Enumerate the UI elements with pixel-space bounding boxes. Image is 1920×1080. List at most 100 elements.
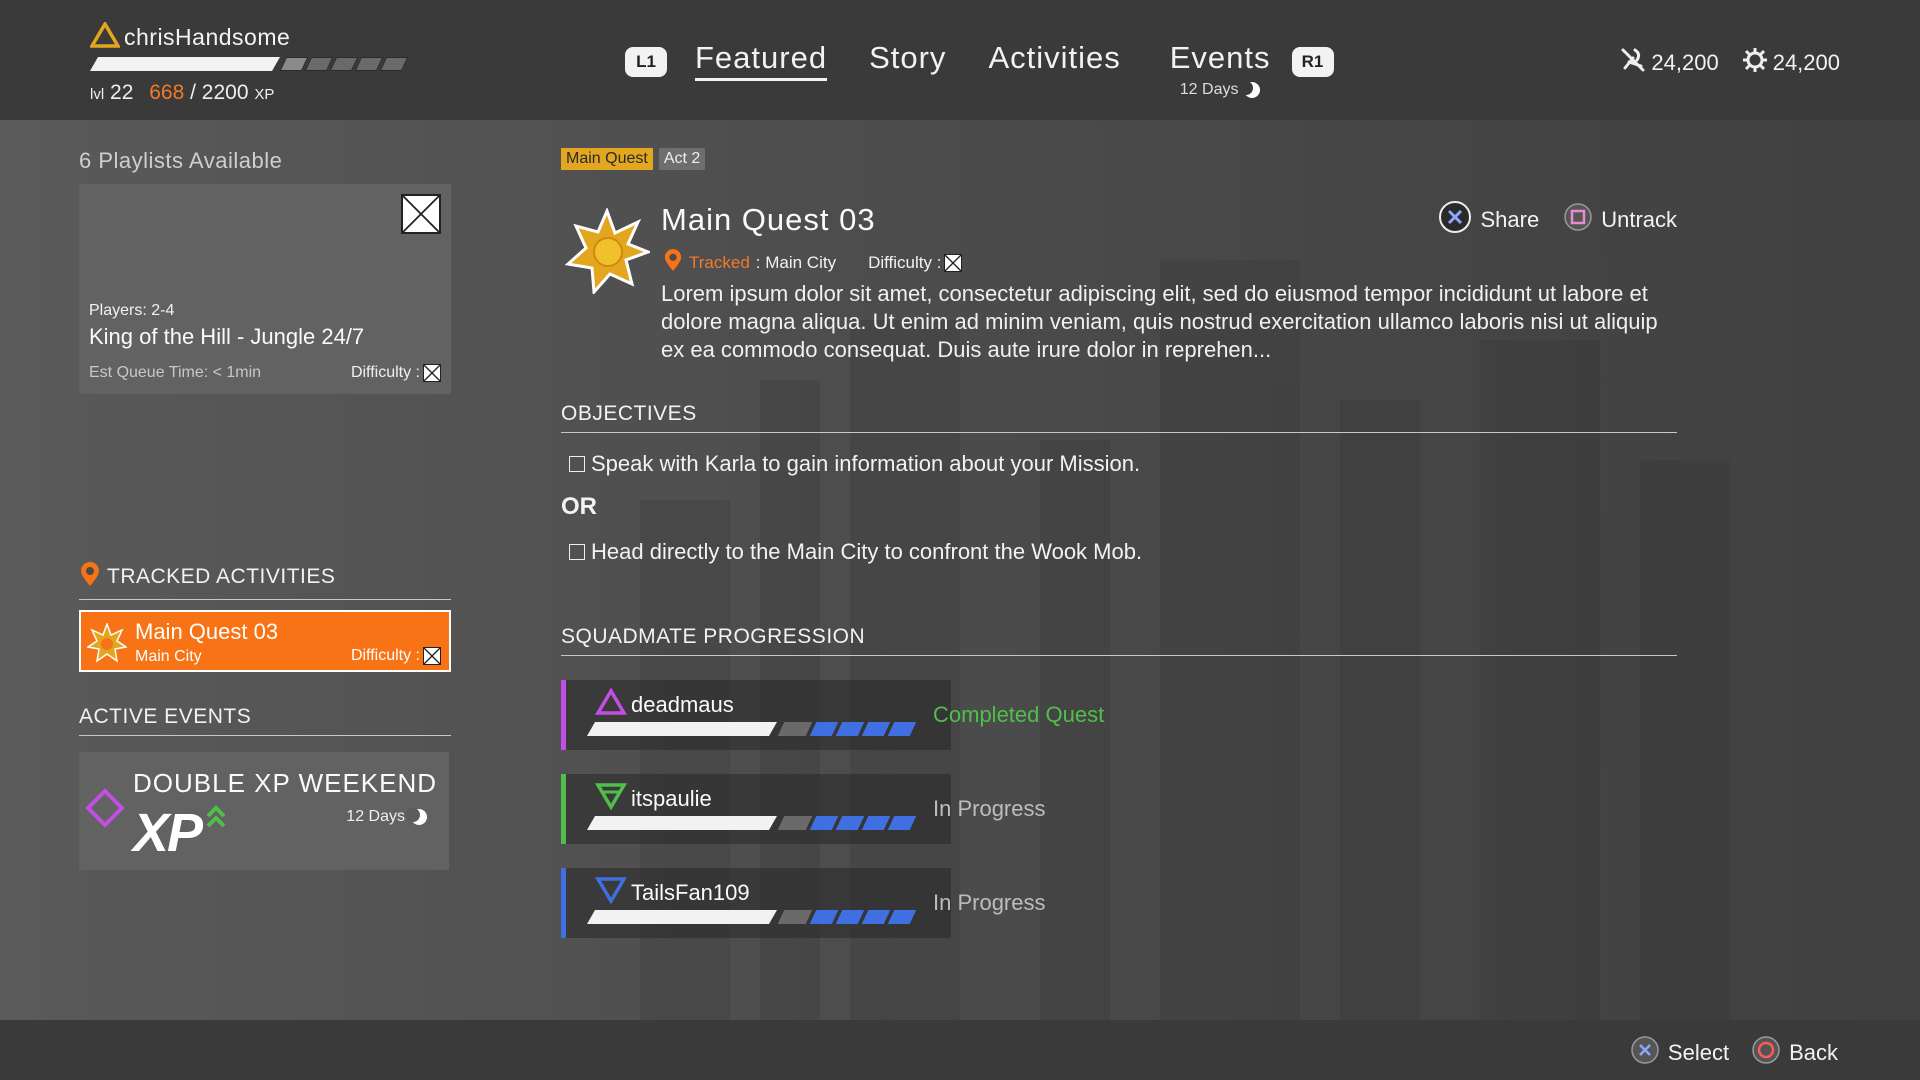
squadmate-name: itspaulie <box>631 786 712 811</box>
top-bar: chrisHandsome lvl 22 668 / 2200 XP L1 Fe… <box>0 0 1920 120</box>
squadmate-name: deadmaus <box>631 692 734 717</box>
xp-unit: XP <box>254 86 275 103</box>
event-card[interactable]: DOUBLE XP WEEKEND XP 12 Days <box>79 752 449 870</box>
button-hints: Select Back <box>1630 1035 1838 1071</box>
events-days: 12 Days <box>1179 81 1239 98</box>
xp-current: 668 <box>149 81 185 104</box>
currency-a-icon <box>1619 46 1647 80</box>
checkbox[interactable] <box>569 456 585 472</box>
tracked-activities-header: TRACKED ACTIVITIES <box>79 561 451 600</box>
objective-text: Speak with Karla to gain information abo… <box>591 451 1141 476</box>
event-days: 12 Days <box>346 808 405 825</box>
double-chevron-up-icon <box>205 804 227 835</box>
difficulty-placeholder-icon <box>423 647 441 665</box>
back-hint[interactable]: Back <box>1751 1035 1838 1071</box>
player-rank-icon <box>88 20 122 53</box>
event-name: DOUBLE XP WEEKEND <box>133 768 438 798</box>
currency-b: 24,200 <box>1741 46 1840 80</box>
tracked-activity-location: Main City <box>135 648 202 665</box>
quest-type-tag: Main Quest <box>561 148 653 170</box>
xp-total: 2200 <box>201 81 249 104</box>
difficulty-label: Difficulty : <box>868 252 942 272</box>
location-pin-icon <box>663 248 683 277</box>
location-pin-icon <box>79 561 101 593</box>
playlists-panel: 6 Playlists Available Players: 2-4 King … <box>79 148 451 394</box>
back-label: Back <box>1789 1040 1838 1065</box>
select-label: Select <box>1667 1040 1730 1065</box>
untrack-button[interactable]: Untrack <box>1563 200 1677 240</box>
square-button-icon <box>1563 202 1593 238</box>
inverted-triangle-rank-icon <box>594 876 628 909</box>
objectives-or-label: OR <box>561 493 597 520</box>
events-countdown: 12 Days <box>1180 81 1261 99</box>
squad-progression-header: SQUADMATE PROGRESSION <box>561 625 1677 656</box>
playlist-card[interactable]: Players: 2-4 King of the Hill - Jungle 2… <box>79 184 451 394</box>
objectives-title: OBJECTIVES <box>561 402 697 425</box>
quest-location: : Main City <box>755 252 837 272</box>
moon-icon <box>406 808 427 825</box>
difficulty-label: Difficulty : <box>350 364 420 381</box>
moon-icon <box>1239 81 1261 98</box>
quest-detail-panel: Main Quest Act 2 Main Quest 03 Tracked :… <box>561 148 1677 938</box>
currency-b-value: 24,200 <box>1772 50 1840 75</box>
checkbox[interactable] <box>569 544 585 560</box>
main-nav: L1 Featured Story Activities Events 12 D… <box>625 40 1334 99</box>
player-info: chrisHandsome lvl 22 668 / 2200 XP <box>88 20 410 105</box>
tab-activities[interactable]: Activities <box>988 40 1120 78</box>
squad-progression-title: SQUADMATE PROGRESSION <box>561 625 866 648</box>
playlist-players: Players: 2-4 <box>89 302 175 319</box>
player-level-row: lvl 22 668 / 2200 XP <box>90 81 410 105</box>
untrack-label: Untrack <box>1601 207 1677 232</box>
cross-button-icon <box>1630 1035 1660 1071</box>
playlist-name: King of the Hill - Jungle 24/7 <box>89 324 365 349</box>
quest-description: Lorem ipsum dolor sit amet, consectetur … <box>661 281 1658 362</box>
quest-title: Main Quest 03 <box>661 202 876 237</box>
playlist-queue-time: Est Queue Time: < 1min <box>89 364 262 381</box>
tracked-activities-title: TRACKED ACTIVITIES <box>107 565 336 588</box>
tracked-activity-name: Main Quest 03 <box>135 619 279 644</box>
difficulty-label: Difficulty : <box>350 647 420 664</box>
share-button[interactable]: Share <box>1438 200 1539 240</box>
quest-star-icon <box>564 206 653 299</box>
objective-item[interactable]: Head directly to the Main City to confro… <box>561 539 1677 565</box>
currency-a-value: 24,200 <box>1651 50 1719 75</box>
select-hint[interactable]: Select <box>1630 1035 1729 1071</box>
currency-a: 24,200 <box>1619 46 1719 80</box>
squadmate-status: Completed Quest <box>933 702 1105 727</box>
tracked-activity-difficulty: Difficulty : <box>351 647 441 665</box>
tab-events[interactable]: Events <box>1170 40 1271 78</box>
squadmate-row: TailsFan109 In Progress <box>561 868 1677 938</box>
share-label: Share <box>1480 207 1540 232</box>
squadmate-progress-bar <box>587 722 917 736</box>
level-prefix: lvl <box>90 86 105 103</box>
objectives-header: OBJECTIVES <box>561 402 1677 433</box>
squadmate-name: TailsFan109 <box>631 880 750 905</box>
event-diamond-icon <box>85 788 125 828</box>
player-name: chrisHandsome <box>124 24 291 50</box>
circle-button-icon <box>1751 1035 1781 1071</box>
tab-story[interactable]: Story <box>869 40 946 78</box>
tracked-activity-card[interactable]: Main Quest 03 Main City Difficulty : <box>79 610 451 672</box>
squadmate-status: In Progress <box>933 796 1046 821</box>
squadmate-progress-bar <box>587 816 917 830</box>
objective-item[interactable]: Speak with Karla to gain information abo… <box>561 451 1677 477</box>
playlist-image-placeholder-icon <box>401 194 441 234</box>
objective-text: Head directly to the Main City to confro… <box>591 539 1143 564</box>
l1-button[interactable]: L1 <box>625 47 667 77</box>
quest-tags: Main Quest Act 2 <box>561 148 1677 170</box>
quest-act-tag: Act 2 <box>658 148 706 170</box>
triangle-rank-icon <box>594 687 628 721</box>
inverted-triangle-rank-icon <box>594 782 628 815</box>
difficulty-placeholder-icon <box>944 253 963 272</box>
event-countdown: 12 Days <box>346 808 427 826</box>
quest-tracked-label: Tracked <box>689 252 750 272</box>
player-xp-bar <box>90 57 410 71</box>
squadmate-row: itspaulie In Progress <box>561 774 1677 844</box>
gear-currency-icon <box>1741 46 1769 80</box>
playlists-title: 6 Playlists Available <box>79 148 283 173</box>
currency-display: 24,200 24,200 <box>1619 46 1840 80</box>
tab-featured[interactable]: Featured <box>695 40 828 81</box>
xp-logo: XP <box>133 803 203 863</box>
bottom-bar: Select Back <box>0 1020 1920 1080</box>
r1-button[interactable]: R1 <box>1291 47 1334 77</box>
